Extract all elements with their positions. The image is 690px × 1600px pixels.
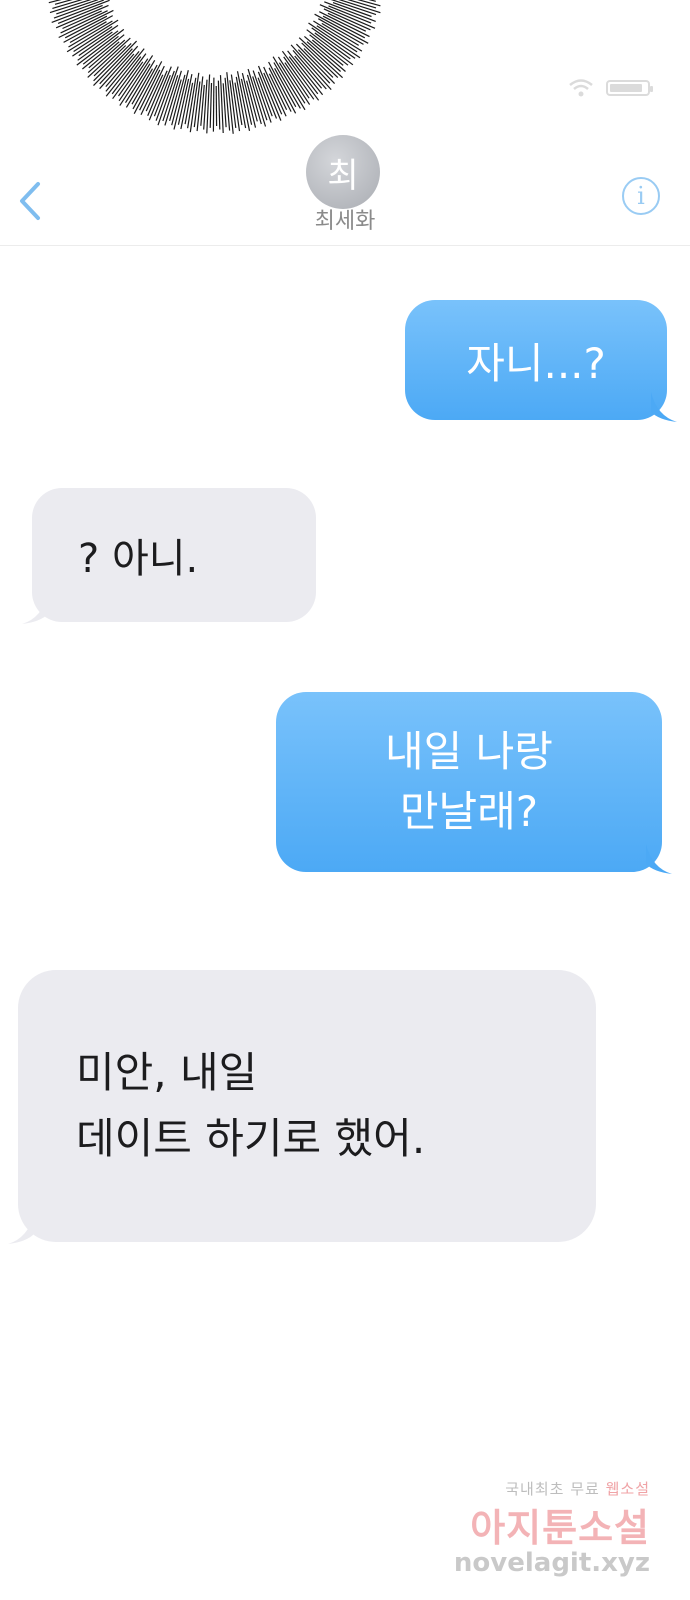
info-icon[interactable]: i bbox=[622, 177, 660, 215]
message-bubble-received: ? 아니. bbox=[22, 488, 316, 624]
wifi-icon bbox=[569, 79, 593, 97]
conversation-header: 최 최세화 i bbox=[0, 135, 690, 246]
watermark-logo: 아지툰소설 bbox=[470, 1506, 650, 1550]
info-label: i bbox=[637, 182, 645, 210]
bubble-tail bbox=[22, 594, 48, 624]
message-text: 미안, 내일 데이트 하기로 했어. bbox=[76, 1048, 426, 1163]
message-text: ? 아니. bbox=[78, 536, 199, 582]
watermark-tagline: 국내최초 무료 웹소설 bbox=[505, 1480, 650, 1498]
status-bar bbox=[568, 78, 653, 98]
bubble-tail bbox=[8, 1214, 34, 1244]
battery-icon bbox=[606, 80, 653, 96]
message-bubble-received: 미안, 내일 데이트 하기로 했어. bbox=[8, 970, 596, 1244]
watermark-url: novelagit.xyz bbox=[453, 1548, 650, 1578]
message-bubble-sent: 내일 나랑 만날래? bbox=[276, 692, 672, 874]
bubble-tail bbox=[646, 844, 672, 874]
bubble-tail bbox=[651, 392, 677, 422]
watermark: 국내최초 무료 웹소설 아지툰소설 novelagit.xyz bbox=[454, 1478, 650, 1578]
contact-name[interactable]: 최세화 bbox=[0, 203, 690, 235]
message-text: 자니...? bbox=[466, 338, 606, 388]
message-bubble-sent: 자니...? bbox=[405, 300, 677, 422]
message-text: 내일 나랑 만날래? bbox=[385, 727, 553, 836]
avatar-initial: 최 bbox=[327, 155, 359, 196]
avatar[interactable]: 최 bbox=[306, 135, 380, 209]
